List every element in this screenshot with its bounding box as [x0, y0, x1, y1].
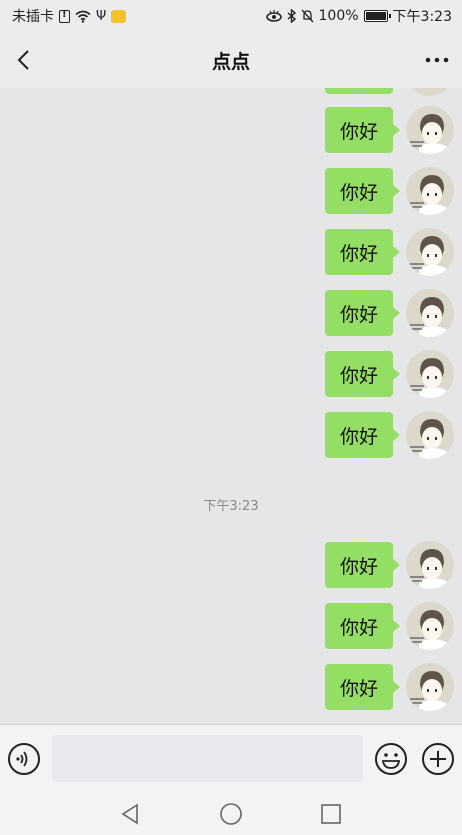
battery-percent: 100% — [318, 8, 359, 24]
message-row: 你好 — [325, 410, 454, 460]
avatar[interactable] — [406, 411, 454, 459]
emoji-icon — [375, 743, 407, 775]
notification-app-icon — [111, 9, 127, 23]
status-right: 100% 下午3:23 — [265, 6, 452, 26]
message-bubble[interactable]: 你好 — [325, 351, 400, 397]
message-row: 你好 — [325, 349, 454, 399]
sim-alert-icon — [59, 9, 70, 23]
nav-back-button[interactable] — [118, 802, 142, 826]
avatar[interactable] — [406, 228, 454, 276]
partial-message-bubble — [325, 88, 393, 94]
avatar[interactable] — [406, 167, 454, 215]
status-left: 未插卡 Ψ — [12, 6, 127, 26]
message-row: 你好 — [325, 166, 454, 216]
message-bubble[interactable]: 你好 — [325, 290, 400, 336]
avatar[interactable] — [406, 602, 454, 650]
message-row: 你好 — [325, 288, 454, 338]
eye-comfort-icon — [265, 10, 282, 22]
avatar[interactable] — [406, 350, 454, 398]
message-input[interactable] — [52, 735, 363, 782]
nav-back-icon — [121, 803, 138, 825]
message-bubble[interactable]: 你好 — [325, 542, 400, 588]
message-row: 你好 — [325, 227, 454, 277]
nav-recent-icon — [321, 804, 341, 824]
clock-text: 下午3:23 — [392, 9, 452, 25]
nav-home-icon — [220, 803, 242, 825]
usb-icon: Ψ — [96, 8, 107, 24]
message-list[interactable]: 你好 你好 你好 你好 你好 你好 下午3:23 你好 你好 你好 — [0, 88, 462, 724]
message-row: 你好 — [325, 540, 454, 590]
avatar[interactable] — [406, 106, 454, 154]
message-row: 你好 — [325, 601, 454, 651]
nav-recent-button[interactable] — [319, 802, 343, 826]
message-row: 你好 — [325, 105, 454, 155]
emoji-button[interactable] — [374, 742, 408, 776]
back-arrow-icon — [17, 50, 29, 70]
voice-button[interactable] — [7, 742, 41, 776]
nav-home-button[interactable] — [219, 802, 243, 826]
plus-icon — [422, 743, 454, 775]
carrier-text: 未插卡 — [12, 9, 54, 25]
plus-button[interactable] — [421, 742, 455, 776]
chat-title: 点点 — [211, 50, 250, 73]
message-bubble[interactable]: 你好 — [325, 168, 400, 214]
status-bar: 未插卡 Ψ 100% — [0, 0, 462, 32]
mute-bell-icon — [301, 9, 313, 23]
avatar[interactable] — [406, 663, 454, 711]
message-bubble[interactable]: 你好 — [325, 412, 400, 458]
wifi-icon — [75, 10, 91, 23]
back-button[interactable] — [8, 44, 38, 76]
chat-screen: 未插卡 Ψ 100% — [0, 0, 462, 835]
more-button[interactable] — [422, 44, 452, 76]
message-bubble[interactable]: 你好 — [325, 603, 400, 649]
message-bubble[interactable]: 你好 — [325, 229, 400, 275]
avatar[interactable] — [406, 289, 454, 337]
system-nav-bar — [0, 792, 462, 835]
avatar[interactable] — [406, 541, 454, 589]
message-row: 你好 — [325, 662, 454, 712]
battery-icon — [363, 10, 391, 22]
voice-icon — [8, 743, 40, 775]
partial-avatar — [406, 88, 454, 96]
bluetooth-icon — [287, 9, 296, 23]
message-timestamp: 下午3:23 — [203, 499, 259, 514]
chat-header: 点点 — [0, 32, 462, 88]
more-dots-icon — [425, 57, 449, 63]
message-bubble[interactable]: 你好 — [325, 107, 400, 153]
message-bubble[interactable]: 你好 — [325, 664, 400, 710]
chat-input-bar — [0, 724, 462, 792]
